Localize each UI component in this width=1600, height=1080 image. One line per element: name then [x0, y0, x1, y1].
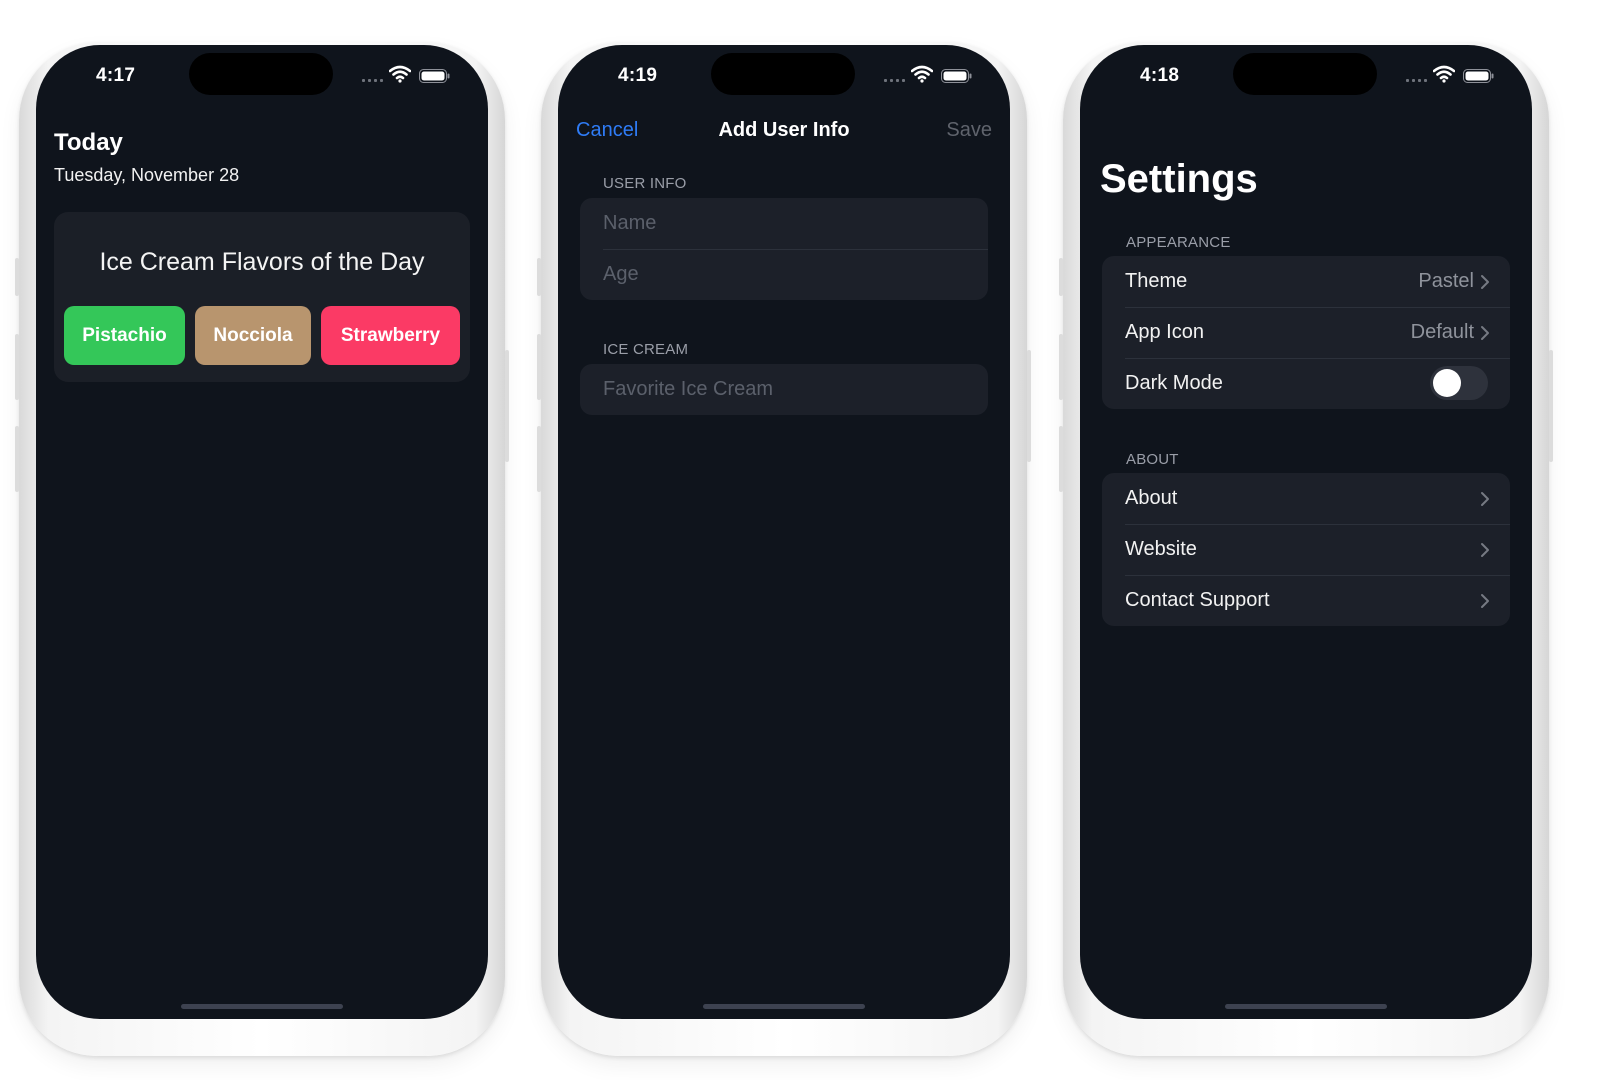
age-input[interactable]: Age [603, 263, 639, 286]
today-screen: 4:17 Today Tuesday, November 28 Ice Crea… [36, 45, 488, 1019]
phone-side-button [1059, 334, 1063, 400]
flavor-button-pistachio[interactable]: Pistachio [64, 306, 185, 365]
row-value: Default [1410, 321, 1474, 343]
chevron-right-icon [1481, 326, 1489, 340]
phone-side-button [505, 350, 509, 462]
flavor-button-strawberry[interactable]: Strawberry [321, 306, 460, 365]
user-info-group: Name Age [580, 198, 988, 300]
section-header-ice-cream: ICE CREAM [603, 341, 689, 358]
section-header-about: ABOUT [1126, 451, 1179, 468]
row-label: Dark Mode [1125, 372, 1223, 394]
row-label: Contact Support [1125, 589, 1270, 611]
cancel-button[interactable]: Cancel [576, 119, 638, 142]
name-input[interactable]: Name [603, 212, 656, 235]
about-group: About Website Contact Support [1102, 473, 1510, 626]
phone-today: 4:17 Today Tuesday, November 28 Ice Crea… [15, 42, 509, 1056]
flavors-card: Ice Cream Flavors of the Day Pistachio N… [54, 212, 470, 382]
divider [603, 249, 988, 250]
phone-side-button [1027, 350, 1031, 462]
card-heading: Ice Cream Flavors of the Day [99, 248, 425, 276]
home-indicator [181, 1004, 343, 1009]
phone-side-button [1059, 426, 1063, 492]
dark-mode-toggle[interactable] [1430, 366, 1488, 400]
home-indicator [1225, 1004, 1387, 1009]
wifi-icon [389, 65, 411, 83]
phone-side-button [15, 334, 19, 400]
section-header-user-info: USER INFO [603, 175, 687, 192]
row-label: App Icon [1125, 321, 1204, 343]
settings-screen: 4:18 Settings APPEARANCE Theme Pastel Ap… [1080, 45, 1532, 1019]
row-label: About [1125, 487, 1178, 509]
page-title: Today [54, 129, 123, 156]
row-label: Website [1125, 538, 1197, 560]
about-row[interactable]: About [1102, 473, 1510, 524]
dynamic-island [189, 53, 333, 95]
page-title: Settings [1100, 157, 1258, 201]
home-indicator [703, 1004, 865, 1009]
flavor-label: Nocciola [213, 324, 293, 346]
status-time: 4:18 [1140, 65, 1180, 86]
theme-row[interactable]: Theme Pastel [1102, 256, 1510, 307]
cellular-signal-icon [1406, 79, 1427, 82]
cellular-signal-icon [884, 79, 905, 82]
chevron-right-icon [1481, 543, 1489, 557]
toggle-knob [1433, 369, 1461, 397]
phone-side-button [15, 258, 19, 296]
status-time: 4:19 [618, 65, 658, 86]
website-row[interactable]: Website [1102, 524, 1510, 575]
chevron-right-icon [1481, 275, 1489, 289]
flavor-label: Strawberry [340, 324, 441, 346]
flavor-button-nocciola[interactable]: Nocciola [195, 306, 311, 365]
flavor-label: Pistachio [82, 324, 167, 346]
add-user-screen: 4:19 Add User Info Cancel Save USER INFO… [558, 45, 1010, 1019]
phone-side-button [537, 258, 541, 296]
dynamic-island [1233, 53, 1377, 95]
phone-settings: 4:18 Settings APPEARANCE Theme Pastel Ap… [1059, 42, 1553, 1056]
dynamic-island [711, 53, 855, 95]
phone-side-button [1059, 258, 1063, 296]
phone-side-button [15, 426, 19, 492]
chevron-right-icon [1481, 594, 1489, 608]
contact-support-row[interactable]: Contact Support [1102, 575, 1510, 626]
dark-mode-row: Dark Mode [1102, 358, 1510, 409]
section-header-appearance: APPEARANCE [1126, 234, 1231, 251]
ice-cream-group: Favorite Ice Cream [580, 364, 988, 415]
cellular-signal-icon [362, 79, 383, 82]
battery-icon [1463, 69, 1494, 83]
row-label: Theme [1125, 270, 1188, 292]
wifi-icon [911, 65, 933, 83]
status-time: 4:17 [96, 65, 136, 86]
favorite-ice-cream-input[interactable]: Favorite Ice Cream [603, 378, 773, 401]
battery-icon [941, 69, 972, 83]
app-icon-row[interactable]: App Icon Default [1102, 307, 1510, 358]
phone-add-user: 4:19 Add User Info Cancel Save USER INFO… [537, 42, 1031, 1056]
phone-side-button [537, 334, 541, 400]
phone-side-button [1549, 350, 1553, 462]
save-button[interactable]: Save [946, 119, 992, 142]
wifi-icon [1433, 65, 1455, 83]
battery-icon [419, 69, 450, 83]
date-subtitle: Tuesday, November 28 [54, 165, 240, 185]
appearance-group: Theme Pastel App Icon Default Dark Mode [1102, 256, 1510, 409]
phone-side-button [537, 426, 541, 492]
chevron-right-icon [1481, 492, 1489, 506]
row-value: Pastel [1418, 270, 1474, 292]
